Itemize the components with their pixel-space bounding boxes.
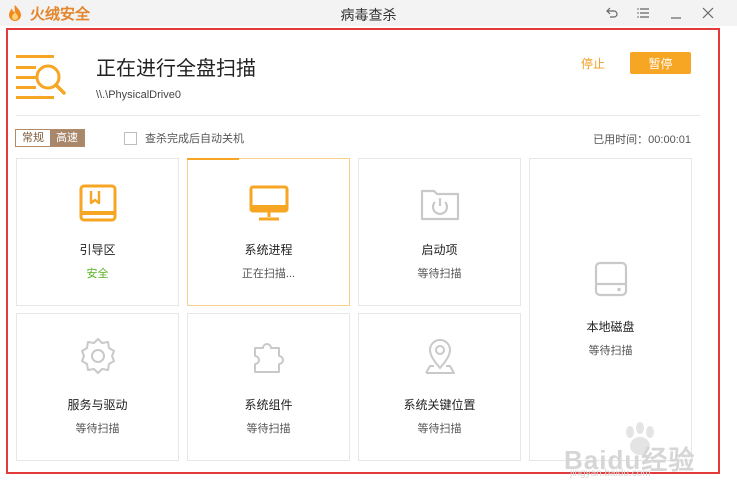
bookmark-box-icon xyxy=(78,183,118,223)
scan-mode-switch: 常规 高速 xyxy=(15,129,85,147)
card-system-components[interactable]: 系统组件 等待扫描 xyxy=(187,313,350,461)
mode-normal-option[interactable]: 常规 xyxy=(16,130,50,146)
card-status: 等待扫描 xyxy=(246,423,291,435)
auto-shutdown-option[interactable]: 查杀完成后自动关机 xyxy=(124,130,244,146)
card-boot-sector[interactable]: 引导区 安全 xyxy=(16,158,179,306)
card-title: 引导区 xyxy=(79,243,116,257)
mode-fast-option[interactable]: 高速 xyxy=(50,130,84,146)
auto-shutdown-checkbox[interactable] xyxy=(124,131,137,145)
gear-icon xyxy=(78,336,118,376)
card-status: 安全 xyxy=(86,268,109,280)
puzzle-icon xyxy=(249,336,289,376)
undo-icon[interactable] xyxy=(603,4,621,22)
close-icon[interactable] xyxy=(699,4,717,22)
watermark: Baidu经验 jingyan.baidu.com xyxy=(560,414,730,484)
scan-lines-icon xyxy=(16,55,66,99)
card-status: 等待扫描 xyxy=(417,268,462,280)
card-title: 系统进程 xyxy=(244,243,293,257)
card-title: 系统组件 xyxy=(244,398,293,412)
window-controls xyxy=(603,4,717,22)
minimize-icon[interactable] xyxy=(667,4,685,22)
menu-icon[interactable] xyxy=(635,4,653,22)
header-divider xyxy=(16,115,700,116)
card-system-process[interactable]: 系统进程 正在扫描... xyxy=(187,158,350,306)
scan-title: 正在进行全盘扫描 xyxy=(96,58,256,80)
card-title: 启动项 xyxy=(421,243,458,257)
card-title: 本地磁盘 xyxy=(586,320,635,334)
location-pin-icon xyxy=(420,336,460,376)
card-status: 等待扫描 xyxy=(588,345,633,357)
hard-drive-icon xyxy=(591,259,631,299)
card-title: 服务与驱动 xyxy=(67,398,128,412)
card-status: 等待扫描 xyxy=(417,423,462,435)
card-critical-locations[interactable]: 系统关键位置 等待扫描 xyxy=(358,313,521,461)
auto-shutdown-label: 查杀完成后自动关机 xyxy=(145,133,244,145)
card-status: 等待扫描 xyxy=(75,423,120,435)
card-title: 系统关键位置 xyxy=(403,398,476,412)
card-startup-items[interactable]: 启动项 等待扫描 xyxy=(358,158,521,306)
elapsed-time: 已用时间：00:00:01 xyxy=(593,134,691,146)
pause-button[interactable]: 暂停 xyxy=(630,52,691,74)
stop-button[interactable]: 停止 xyxy=(581,55,605,72)
monitor-icon xyxy=(249,183,289,223)
watermark-sub: jingyan.baidu.com xyxy=(570,468,651,479)
title-bar: 火绒安全 病毒查杀 xyxy=(0,0,737,26)
power-folder-icon xyxy=(420,183,460,223)
card-status: 正在扫描... xyxy=(241,268,296,280)
scan-path: \\.\PhysicalDrive0 xyxy=(96,89,181,101)
card-services-drivers[interactable]: 服务与驱动 等待扫描 xyxy=(16,313,179,461)
